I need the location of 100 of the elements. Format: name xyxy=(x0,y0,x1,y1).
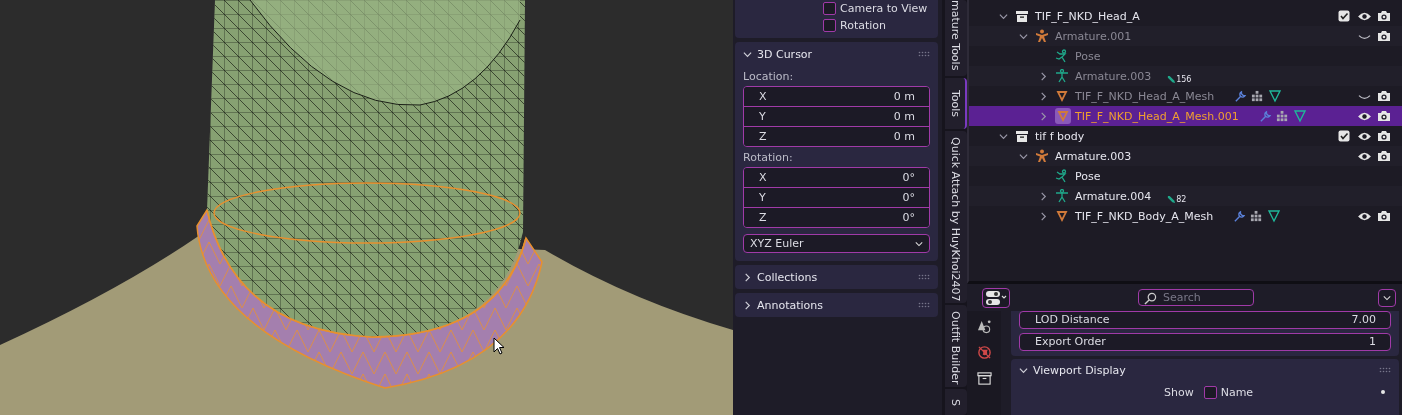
outliner-row[interactable]: Armature.001 xyxy=(969,26,1402,46)
sidebar-tab[interactable]: mature Tools xyxy=(945,0,967,77)
number-field[interactable]: Z 0 m xyxy=(744,127,929,146)
eye-icon[interactable] xyxy=(1356,10,1372,22)
shapes-icon[interactable] xyxy=(976,319,992,334)
particle-grid-icon[interactable] xyxy=(1275,109,1289,123)
editor-type-button[interactable] xyxy=(982,287,1010,308)
drag-handle-icon[interactable] xyxy=(918,274,930,280)
bone-icon xyxy=(1167,74,1177,84)
wrench-icon[interactable] xyxy=(1234,89,1248,103)
outliner-item-name: tif f body xyxy=(1035,129,1085,143)
checkbox-label: Name xyxy=(1220,385,1254,399)
search-field[interactable]: Search xyxy=(1138,289,1254,306)
number-field[interactable]: X 0 m xyxy=(744,87,929,107)
camera-icon[interactable] xyxy=(1377,30,1391,42)
outliner-row[interactable]: TIF_F_NKD_Body_A_Mesh xyxy=(969,206,1402,226)
triangle-mesh-icon xyxy=(1055,89,1069,103)
outliner-item-name: Armature.003 xyxy=(1055,149,1132,163)
panel-header[interactable]: 3D Cursor xyxy=(743,42,930,66)
chevron-icon xyxy=(1383,293,1391,302)
checkbox[interactable] xyxy=(1338,10,1350,22)
pose-figure-icon xyxy=(1055,169,1069,183)
panel-header[interactable]: Viewport Display xyxy=(1019,359,1391,381)
group-label: Rotation: xyxy=(743,151,794,164)
outliner-item-name: TIF_F_NKD_Head_A_Mesh xyxy=(1075,89,1215,103)
camera-icon[interactable] xyxy=(1377,210,1391,222)
eye-icon[interactable] xyxy=(1356,150,1372,162)
outliner-row[interactable]: TIF_F_NKD_Head_A_Mesh xyxy=(969,86,1402,106)
mesh-data-icon[interactable] xyxy=(1268,89,1283,103)
outliner-row[interactable]: Pose xyxy=(969,46,1402,66)
mesh-data-icon[interactable] xyxy=(1292,109,1307,123)
stick-figure-icon xyxy=(1055,189,1069,203)
sidebar-tab[interactable]: S xyxy=(945,389,967,415)
mouse-cursor-icon xyxy=(493,337,505,355)
panel-header[interactable]: Annotations xyxy=(743,293,930,317)
outliner-item-name: Armature.003 xyxy=(1075,69,1152,83)
armature-figure-icon xyxy=(1035,29,1049,43)
drag-handle-icon[interactable] xyxy=(918,51,930,57)
mesh-data-icon[interactable] xyxy=(1267,209,1282,223)
panel-title: Collections xyxy=(757,270,819,284)
camera-icon[interactable] xyxy=(1377,150,1391,162)
number-field[interactable]: Z 0° xyxy=(744,208,929,227)
collection-box-icon xyxy=(1015,9,1029,23)
checkbox[interactable] xyxy=(823,19,836,32)
triangle-mesh-icon xyxy=(1055,108,1071,124)
options-dropdown-button[interactable] xyxy=(1378,288,1396,307)
property-field[interactable]: Export Order 1 xyxy=(1019,333,1391,351)
eye-icon[interactable] xyxy=(1356,130,1372,142)
sidebar-tab[interactable]: Quick Attach by HuyKhoi2407 xyxy=(945,131,967,303)
archive-box-icon[interactable] xyxy=(976,371,992,386)
outliner-row[interactable]: TIF_F_NKD_Head_A_Mesh.001 xyxy=(969,106,1402,126)
sidebar-tab[interactable]: Outfit Builder xyxy=(945,305,967,387)
outliner-item-name: Armature.001 xyxy=(1055,29,1132,43)
drag-handle-icon[interactable] xyxy=(918,302,930,308)
outliner-row[interactable]: Pose xyxy=(969,166,1402,186)
outliner-row[interactable]: Armature.004 82 xyxy=(969,186,1402,206)
camera-icon[interactable] xyxy=(1377,130,1391,142)
bone-icon xyxy=(1167,194,1177,204)
group-label: Location: xyxy=(743,70,795,83)
outliner-row[interactable]: tif f body xyxy=(969,126,1402,146)
camera-icon[interactable] xyxy=(1377,10,1391,22)
panel-title: 3D Cursor xyxy=(757,47,814,61)
particle-grid-icon[interactable] xyxy=(1251,89,1265,103)
checkbox[interactable] xyxy=(823,2,836,15)
outliner-row[interactable]: Armature.003 xyxy=(969,146,1402,166)
outliner-item-name: Pose xyxy=(1075,49,1101,63)
chevron-icon xyxy=(915,239,923,248)
search-icon xyxy=(1144,292,1157,305)
wrench-icon[interactable] xyxy=(1258,109,1272,123)
particle-grid-icon[interactable] xyxy=(1250,209,1264,223)
armature-figure-icon xyxy=(1035,149,1049,163)
number-field[interactable]: Y 0° xyxy=(744,188,929,208)
pose-figure-icon xyxy=(1055,49,1069,63)
checkbox[interactable] xyxy=(1338,130,1350,142)
wrench-icon[interactable] xyxy=(1233,209,1247,223)
camera-icon[interactable] xyxy=(1377,110,1391,122)
camera-icon[interactable] xyxy=(1377,90,1391,102)
outliner-item-name: TIF_F_NKD_Head_A xyxy=(1035,9,1140,23)
panel-header[interactable]: Collections xyxy=(743,265,930,289)
stick-figure-icon xyxy=(1055,69,1069,83)
eye-icon[interactable] xyxy=(1356,210,1372,222)
outliner-row[interactable]: Armature.003 156 xyxy=(969,66,1402,86)
number-field[interactable]: X 0° xyxy=(744,168,929,188)
globe-icon[interactable] xyxy=(976,345,992,360)
checkbox[interactable] xyxy=(1203,385,1217,399)
triangle-mesh-icon xyxy=(1055,209,1069,223)
rotation-mode-dropdown[interactable]: XYZ Euler xyxy=(743,234,930,253)
sidebar-tab[interactable]: Tools xyxy=(945,78,967,129)
eye-icon[interactable] xyxy=(1356,110,1372,122)
bone-count: 82 xyxy=(1176,194,1187,204)
show-label: Show xyxy=(1164,385,1194,399)
number-field[interactable]: Y 0 m xyxy=(744,107,929,127)
drag-handle-icon[interactable] xyxy=(1379,367,1391,373)
outliner-row[interactable]: TIF_F_NKD_Head_A xyxy=(969,6,1402,26)
property-field[interactable]: LOD Distance 7.00 xyxy=(1019,311,1391,329)
chevron-icon xyxy=(743,300,752,310)
panel-title: Viewport Display xyxy=(1033,363,1127,377)
chevron-icon xyxy=(1019,365,1028,375)
checkbox-label: Camera to View xyxy=(840,2,928,15)
checkbox-label: Rotation xyxy=(840,19,886,32)
